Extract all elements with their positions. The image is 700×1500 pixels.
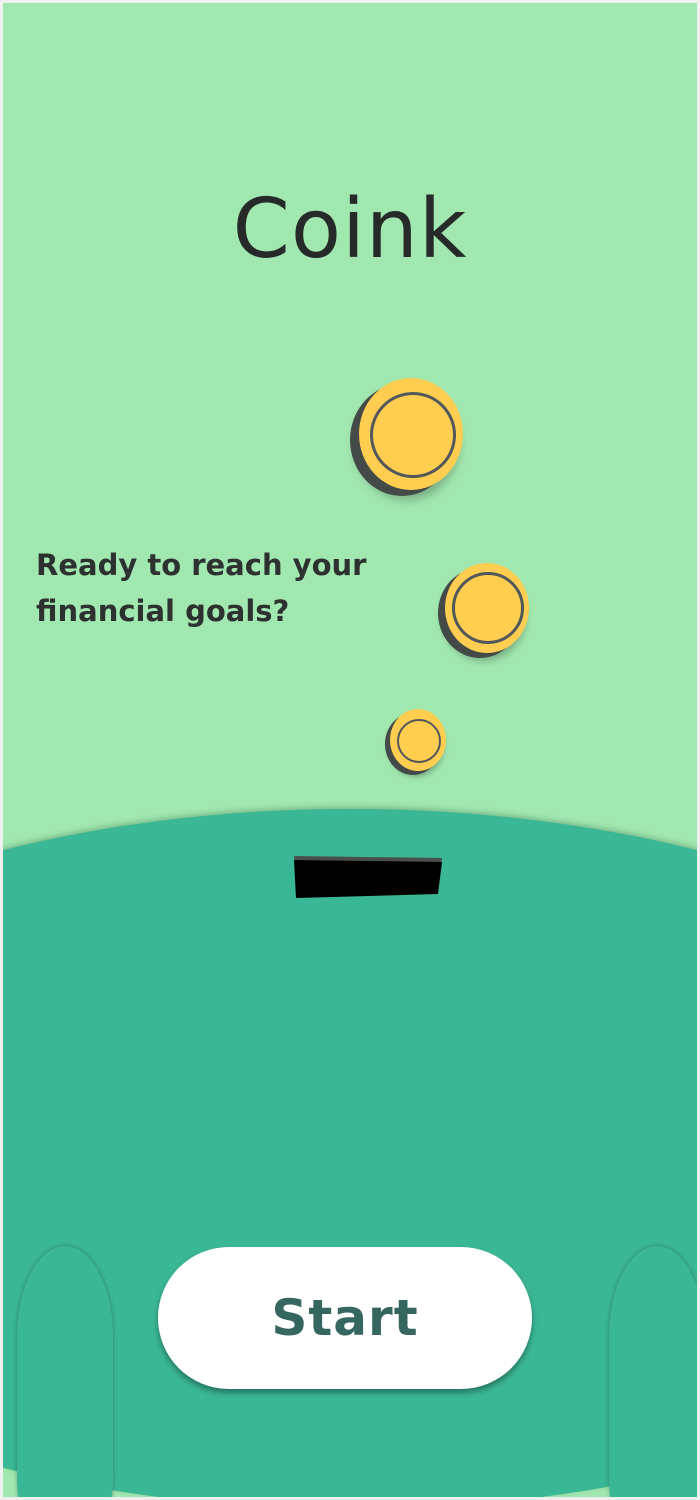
app-title: Coink bbox=[232, 182, 468, 277]
coin-icon bbox=[390, 709, 446, 771]
coin-ring bbox=[397, 719, 441, 763]
coin-ring bbox=[452, 572, 524, 644]
coin-icon bbox=[445, 563, 529, 653]
welcome-screen: Coink Ready to reach your financial goal… bbox=[3, 3, 697, 1497]
coin-slot-icon bbox=[294, 856, 442, 898]
coin-icon bbox=[359, 378, 463, 490]
start-button[interactable]: Start bbox=[158, 1247, 532, 1389]
coin-ring bbox=[370, 392, 456, 478]
piggy-leg-right bbox=[609, 1246, 697, 1497]
piggy-leg-left bbox=[17, 1246, 113, 1497]
tagline-line-2: financial goals? bbox=[36, 594, 290, 628]
tagline-line-1: Ready to reach your bbox=[36, 548, 367, 582]
tagline: Ready to reach your financial goals? bbox=[36, 542, 396, 634]
